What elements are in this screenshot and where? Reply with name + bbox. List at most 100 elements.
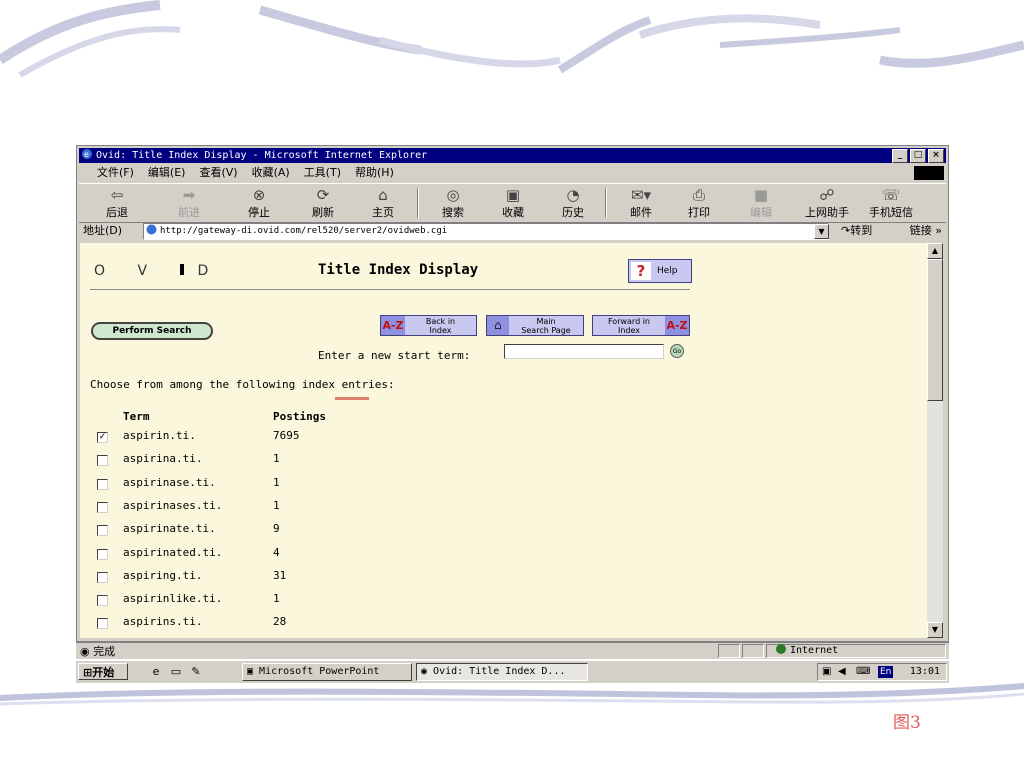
az-back-icon: A-Z xyxy=(381,316,405,335)
back-button[interactable]: ⇦ 后退 xyxy=(95,186,139,220)
ie-quicklaunch-icon[interactable]: e xyxy=(148,664,164,680)
checkbox[interactable] xyxy=(97,501,108,513)
task-powerpoint[interactable]: ▣ Microsoft PowerPoint xyxy=(242,663,412,681)
postings-cell: 1 xyxy=(273,498,280,512)
postings-cell: 7695 xyxy=(273,429,300,442)
task-ovid[interactable]: ◉ Ovid: Title Index D... xyxy=(416,663,588,681)
postings-cell: 1 xyxy=(273,592,280,606)
term-cell[interactable]: aspirinase.ti. xyxy=(123,476,216,489)
maximize-button[interactable]: □ xyxy=(910,149,926,163)
term-cell[interactable]: aspirins.ti. xyxy=(123,615,202,628)
menu-edit[interactable]: 编辑(E) xyxy=(148,164,186,182)
scroll-thumb[interactable] xyxy=(927,259,943,401)
scroll-down-icon[interactable]: ▼ xyxy=(927,622,943,638)
table-row: ✓ aspirin.ti. 7695 xyxy=(80,429,580,449)
main-search-page-button[interactable]: ⌂ Main Search Page xyxy=(486,315,584,336)
checkbox[interactable] xyxy=(97,478,108,490)
postings-cell: 1 xyxy=(273,452,280,466)
checkbox[interactable] xyxy=(97,525,108,537)
stop-button[interactable]: ⊗ 停止 xyxy=(237,186,281,220)
postings-cell: 9 xyxy=(273,522,280,536)
taskbar: ⊞开始 e ▭ ✎ ▣ Microsoft PowerPoint ◉ Ovid:… xyxy=(76,660,949,683)
assistant-button[interactable]: ☍ 上网助手 xyxy=(797,186,857,220)
menu-help[interactable]: 帮助(H) xyxy=(355,164,394,182)
term-cell[interactable]: aspirinated.ti. xyxy=(123,546,222,559)
status-bar: ◉ 完成 Internet xyxy=(76,642,949,659)
help-button[interactable]: ? Help xyxy=(628,259,692,283)
toolbar: ⇦ 后退 ➡ 前进 ⊗ 停止 ⟳ 刷新 ⌂ 主页 ◎ 搜索 ▣ 收藏 ◔ 历史 ✉▾ 邮件 ⎙ 打印… xyxy=(79,183,946,223)
desktop-quicklaunch-icon[interactable]: ✎ xyxy=(188,664,204,680)
start-term-label: Enter a new start term: xyxy=(318,349,471,362)
favorites-icon: ▣ xyxy=(505,186,521,204)
clock: 13:01 xyxy=(909,666,940,677)
address-dropdown-icon[interactable]: ▼ xyxy=(814,224,829,239)
checkbox-checked[interactable]: ✓ xyxy=(97,432,108,443)
menu-favorites[interactable]: 收藏(A) xyxy=(252,164,290,182)
menu-bar: 文件(F) 编辑(E) 查看(V) 收藏(A) 工具(T) 帮助(H) xyxy=(79,164,946,182)
term-cell[interactable]: aspiring.ti. xyxy=(123,569,202,582)
forward-button[interactable]: ➡ 前进 xyxy=(167,186,211,220)
windows-logo-icon xyxy=(914,166,944,180)
print-button[interactable]: ⎙ 打印 xyxy=(677,186,721,220)
menu-tools[interactable]: 工具(T) xyxy=(304,164,341,182)
menu-file[interactable]: 文件(F) xyxy=(97,164,134,182)
history-button[interactable]: ◔ 历史 xyxy=(551,186,595,220)
checkbox[interactable] xyxy=(97,455,108,467)
perform-search-button[interactable]: Perform Search xyxy=(91,322,213,340)
term-cell[interactable]: aspirinases.ti. xyxy=(123,499,222,512)
vertical-scrollbar[interactable]: ▲ ▼ xyxy=(927,243,943,638)
table-row: aspirinated.ti. 4 xyxy=(80,546,580,566)
term-cell[interactable]: aspirinate.ti. xyxy=(123,522,216,535)
assistant-icon: ☍ xyxy=(819,186,835,204)
back-arrow-icon: ⇦ xyxy=(110,186,124,204)
title-bar: e Ovid: Title Index Display - Microsoft I… xyxy=(79,148,946,163)
go-button[interactable]: ↷转到 xyxy=(841,222,872,240)
explorer-quicklaunch-icon[interactable]: ▭ xyxy=(168,664,184,680)
sms-button[interactable]: ☏ 手机短信 xyxy=(863,186,919,220)
table-row: aspiring.ti. 31 xyxy=(80,569,580,589)
table-row: aspirins.ti. 28 xyxy=(80,615,580,635)
choose-instructions: Choose from among the following index en… xyxy=(90,378,395,391)
search-button[interactable]: ◎ 搜索 xyxy=(431,186,475,220)
home-icon: ⌂ xyxy=(378,186,388,204)
table-row: aspirinlike.ti. 1 xyxy=(80,592,580,612)
go-term-button[interactable]: Go xyxy=(670,344,684,358)
term-cell[interactable]: aspirinlike.ti. xyxy=(123,592,222,605)
refresh-button[interactable]: ⟳ 刷新 xyxy=(301,186,345,220)
mail-button[interactable]: ✉▾ 邮件 xyxy=(619,186,663,220)
checkbox[interactable] xyxy=(97,618,108,630)
term-cell[interactable]: aspirin.ti. xyxy=(123,429,196,442)
system-tray: ▣ ◀ ⌨ En 13:01 xyxy=(817,663,947,681)
edit-button[interactable]: ■ 编辑 xyxy=(739,186,783,220)
forward-in-index-button[interactable]: Forward in Index A-Z xyxy=(592,315,690,336)
language-indicator[interactable]: En xyxy=(878,666,894,678)
scroll-up-icon[interactable]: ▲ xyxy=(927,243,943,259)
table-row: aspirinate.ti. 9 xyxy=(80,522,580,542)
menu-view[interactable]: 查看(V) xyxy=(199,164,237,182)
page-title: Title Index Display xyxy=(318,262,479,278)
checkbox[interactable] xyxy=(97,595,108,607)
windows-flag-icon: ⊞ xyxy=(83,666,93,679)
question-icon: ? xyxy=(631,262,651,280)
postings-cell: 4 xyxy=(273,545,280,559)
favorites-button[interactable]: ▣ 收藏 xyxy=(491,186,535,220)
postings-cell: 31 xyxy=(273,568,287,582)
start-button[interactable]: ⊞开始 xyxy=(78,663,128,680)
house-icon: ⌂ xyxy=(487,316,509,335)
search-icon: ◎ xyxy=(446,186,460,204)
checkbox[interactable] xyxy=(97,571,108,583)
back-in-index-button[interactable]: A-Z Back in Index xyxy=(380,315,477,336)
address-input[interactable]: http://gateway-di.ovid.com/rel520/server… xyxy=(143,223,829,240)
page-content: O V D Title Index Display ? Help Perform… xyxy=(80,243,927,638)
print-icon: ⎙ xyxy=(692,186,705,204)
address-bar: 地址(D) http://gateway-di.ovid.com/rel520/… xyxy=(79,222,946,240)
cursor-mark xyxy=(335,397,369,400)
term-cell[interactable]: aspirina.ti. xyxy=(123,452,202,465)
keyboard-icon: ⌨ xyxy=(856,666,871,677)
links-button[interactable]: 链接 » xyxy=(910,222,942,240)
start-term-input[interactable] xyxy=(504,344,664,359)
checkbox[interactable] xyxy=(97,548,108,560)
close-button[interactable]: × xyxy=(928,149,944,163)
home-button[interactable]: ⌂ 主页 xyxy=(361,186,405,220)
minimize-button[interactable]: _ xyxy=(892,149,908,163)
